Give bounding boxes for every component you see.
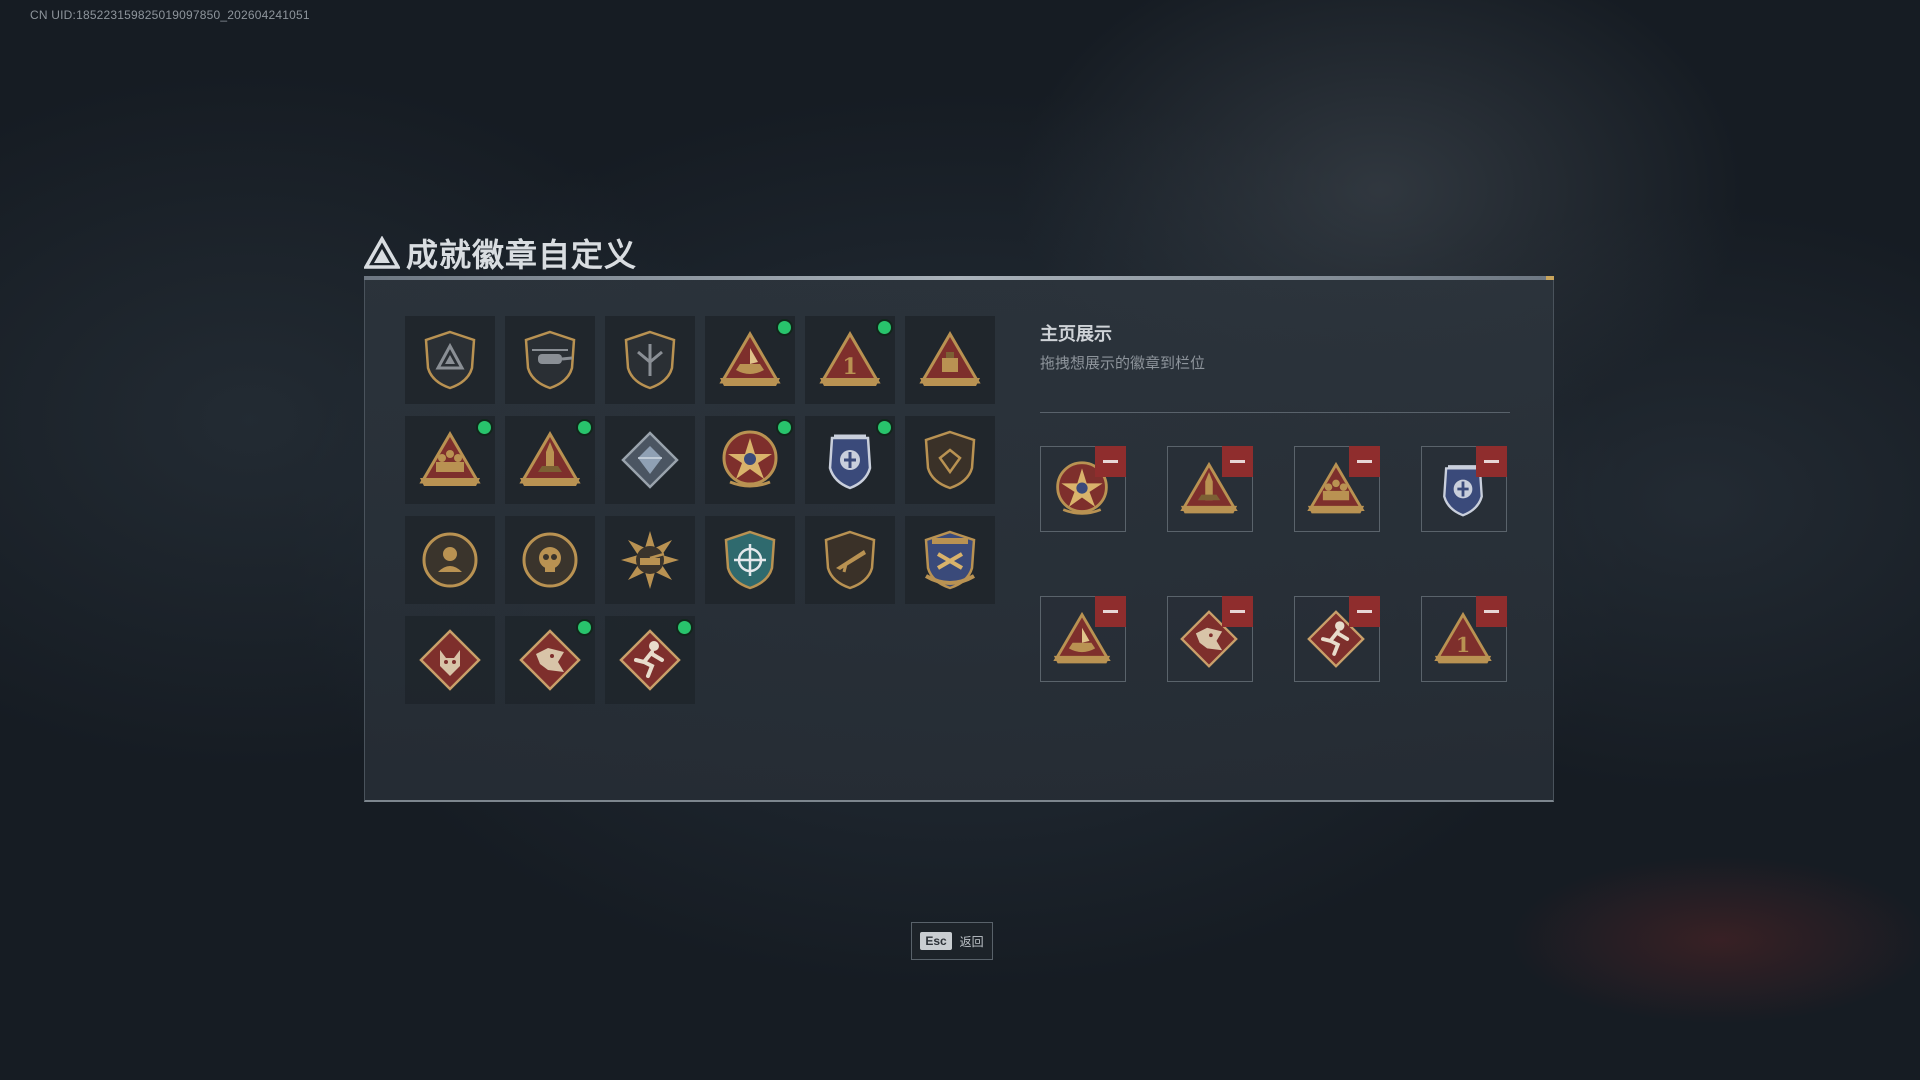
badge-cell[interactable]: [605, 616, 695, 704]
dragon-diamond-badge-icon: [519, 629, 581, 691]
badge-cell[interactable]: [905, 316, 995, 404]
minus-icon: [1230, 460, 1245, 463]
showcase-subtitle: 拖拽想展示的徽章到栏位: [1040, 355, 1206, 372]
badge-cell[interactable]: [905, 416, 995, 504]
agent-round-badge-icon: [422, 532, 478, 588]
badge-cell[interactable]: [505, 616, 595, 704]
remove-badge-button[interactable]: [1349, 446, 1380, 477]
esc-key-hint: Esc: [920, 932, 952, 950]
badge-cell[interactable]: [505, 416, 595, 504]
runner-diamond-badge-icon: [619, 629, 681, 691]
badge-cell[interactable]: [505, 316, 595, 404]
badge-cell[interactable]: [605, 516, 695, 604]
badge-cell[interactable]: [805, 516, 895, 604]
rifle-shield-badge-icon: [824, 530, 876, 590]
crate-triangle-badge-icon: [919, 331, 981, 386]
new-indicator-dot: [778, 321, 791, 334]
star-medal-badge-icon: [722, 430, 778, 488]
badge-cell[interactable]: [505, 516, 595, 604]
badge-cell[interactable]: [605, 416, 695, 504]
badge-cell[interactable]: [405, 316, 495, 404]
new-indicator-dot: [878, 321, 891, 334]
showcase-slot[interactable]: [1167, 446, 1253, 532]
wings-shield-badge-icon: [624, 330, 676, 390]
new-indicator-dot: [878, 421, 891, 434]
back-label: 返回: [959, 934, 984, 949]
svg-text:1: 1: [842, 354, 857, 380]
badge-cell[interactable]: [605, 316, 695, 404]
esc-back-button[interactable]: Esc 返回: [911, 922, 993, 960]
badge-cell[interactable]: [405, 416, 495, 504]
showcase-slot[interactable]: [1421, 446, 1507, 532]
showcase-slot[interactable]: [1040, 446, 1126, 532]
badge-cell[interactable]: [705, 416, 795, 504]
helicopter-badge-icon: [524, 330, 576, 390]
showcase-slot[interactable]: [1294, 596, 1380, 682]
badge-cell[interactable]: [705, 316, 795, 404]
delta-triangle-icon: [364, 236, 400, 269]
remove-badge-button[interactable]: [1476, 446, 1507, 477]
minus-icon: [1484, 610, 1499, 613]
remove-badge-button[interactable]: [1476, 596, 1507, 627]
soldiers-triangle-badge-icon: [419, 431, 481, 486]
new-indicator-dot: [578, 621, 591, 634]
shield-delta-badge-icon: [424, 330, 476, 390]
badge-cell[interactable]: [905, 516, 995, 604]
badge-cell[interactable]: [805, 416, 895, 504]
minus-icon: [1103, 610, 1118, 613]
remove-badge-button[interactable]: [1222, 446, 1253, 477]
showcase-slot[interactable]: 1: [1421, 596, 1507, 682]
remove-badge-button[interactable]: [1222, 596, 1253, 627]
minus-icon: [1230, 610, 1245, 613]
panel-header: 成就徽章自定义: [364, 230, 637, 276]
badge-cell[interactable]: [705, 516, 795, 604]
crosshair-shield-badge-icon: [724, 530, 776, 590]
missile-triangle-badge-icon: [519, 431, 581, 486]
minus-icon: [1103, 460, 1118, 463]
new-indicator-dot: [678, 621, 691, 634]
remove-badge-button[interactable]: [1095, 596, 1126, 627]
minus-icon: [1357, 610, 1372, 613]
number-one-triangle-badge-icon: 1: [819, 331, 881, 386]
crystal-diamond-badge-icon: [621, 431, 679, 489]
showcase-divider: [1040, 412, 1510, 413]
minus-icon: [1484, 460, 1499, 463]
page-title: 成就徽章自定义: [406, 237, 638, 273]
boat-triangle-badge-icon: [719, 331, 781, 386]
laurel-shield-badge-icon: [924, 530, 976, 590]
homepage-showcase: 主页展示 拖拽想展示的徽章到栏位 1: [1040, 320, 1510, 682]
badge-panel: 1 主页展示 拖拽想展示的徽章到栏位 1: [364, 280, 1554, 802]
minus-icon: [1357, 460, 1372, 463]
remove-badge-button[interactable]: [1349, 596, 1380, 627]
tank-sun-badge-icon: [621, 531, 679, 589]
showcase-slot[interactable]: [1294, 446, 1380, 532]
showcase-slot[interactable]: [1040, 596, 1126, 682]
badge-cell[interactable]: [405, 516, 495, 604]
svg-text:1: 1: [1456, 633, 1470, 657]
police-crest-badge-icon: [828, 434, 872, 490]
new-indicator-dot: [578, 421, 591, 434]
skull-round-badge-icon: [522, 532, 578, 588]
new-indicator-dot: [478, 421, 491, 434]
showcase-title: 主页展示: [1040, 324, 1112, 344]
badge-cell[interactable]: 1: [805, 316, 895, 404]
remove-badge-button[interactable]: [1095, 446, 1126, 477]
badge-cell[interactable]: [405, 616, 495, 704]
wolf-diamond-badge-icon: [419, 629, 481, 691]
heart-gem-shield-badge-icon: [924, 430, 976, 490]
new-indicator-dot: [778, 421, 791, 434]
showcase-slot[interactable]: [1167, 596, 1253, 682]
uid-label: CN UID:185223159825019097850_20260424105…: [30, 8, 310, 22]
